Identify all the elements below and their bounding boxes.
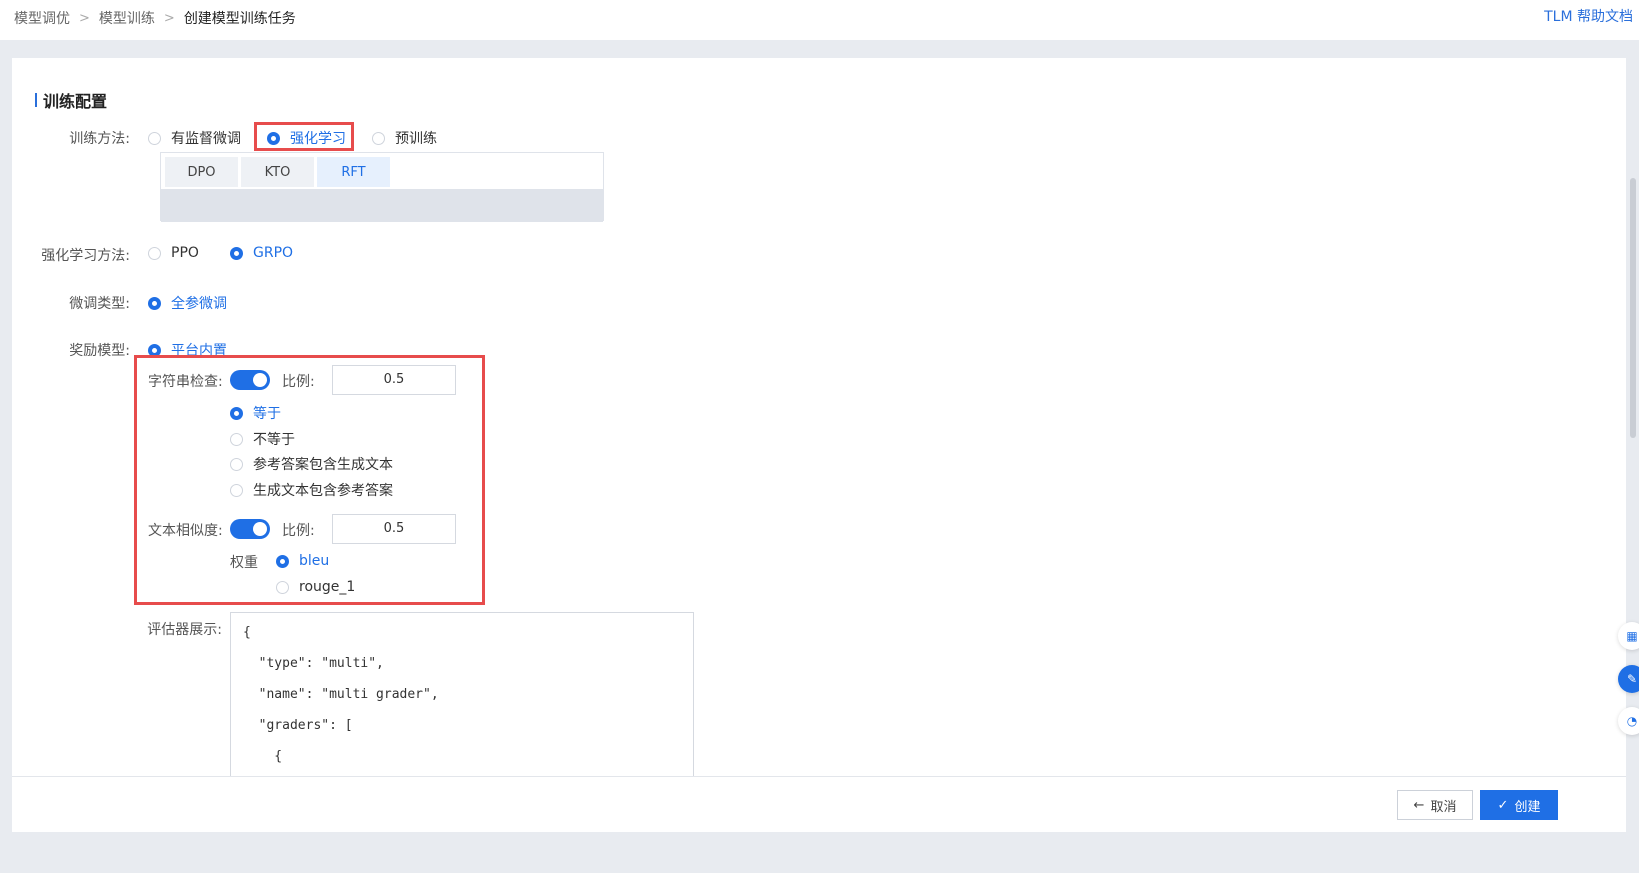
string-check-ratio-label: 比例:	[282, 374, 315, 390]
chat-icon[interactable]: ◔	[1618, 707, 1639, 735]
radio-dot	[372, 131, 385, 145]
weight-label: 权重	[230, 555, 258, 571]
footer-bar: ← 取消 ✓ 创建	[12, 776, 1626, 832]
code-line: "type": "multi",	[243, 656, 384, 671]
radio-dot	[230, 432, 243, 446]
cancel-button[interactable]: ← 取消	[1397, 790, 1473, 820]
text-similarity-toggle[interactable]	[230, 519, 270, 539]
string-check-toggle[interactable]	[230, 370, 270, 390]
main-panel: 训练配置 训练方法: 有监督微调 强化学习 预训练 DPO KTO RFT 强化…	[12, 58, 1626, 810]
string-check-label: 字符串检查:	[148, 374, 223, 390]
evaluator-label: 评估器展示:	[147, 622, 222, 638]
title-accent-bar	[35, 93, 37, 107]
radio-dot	[230, 406, 243, 420]
code-line: {	[243, 625, 251, 640]
radio-dot	[267, 131, 280, 145]
finetune-type-label: 微调类型:	[69, 296, 130, 312]
check-icon: ✓	[1497, 797, 1509, 813]
tab-rft[interactable]: RFT	[317, 157, 390, 187]
help-doc-link[interactable]: TLM 帮助文档	[1544, 6, 1633, 26]
reward-model-label: 奖励模型:	[69, 343, 130, 359]
radio-dot	[276, 580, 289, 594]
radio-supervised-finetune[interactable]: 有监督微调	[148, 128, 241, 148]
tab-kto[interactable]: KTO	[241, 157, 314, 187]
radio-reinforcement-learning[interactable]: 强化学习	[267, 128, 346, 148]
radio-equals[interactable]: 等于	[230, 403, 281, 423]
rl-method-label: 强化学习方法:	[41, 248, 130, 264]
subtab-body	[161, 189, 603, 222]
breadcrumb-item-model-training[interactable]: 模型训练	[99, 8, 155, 28]
text-similarity-label: 文本相似度:	[148, 523, 223, 539]
radio-rouge-1[interactable]: rouge_1	[276, 579, 355, 595]
qrcode-icon[interactable]: ▦	[1618, 622, 1639, 650]
radio-pretrain[interactable]: 预训练	[372, 128, 437, 148]
text-similarity-ratio-label: 比例:	[282, 523, 315, 539]
radio-dot	[148, 246, 161, 260]
radio-not-equals[interactable]: 不等于	[230, 429, 295, 449]
radio-dot	[148, 296, 161, 310]
radio-dot	[230, 457, 243, 471]
section-title: 训练配置	[35, 88, 107, 112]
tab-dpo[interactable]: DPO	[165, 157, 238, 187]
radio-full-param-finetune[interactable]: 全参微调	[148, 293, 227, 313]
chevron-right-icon: >	[163, 10, 175, 26]
radio-gen-contains-ref[interactable]: 生成文本包含参考答案	[230, 480, 393, 500]
radio-dot	[230, 483, 243, 497]
create-button[interactable]: ✓ 创建	[1480, 790, 1558, 820]
code-line: "name": "multi grader",	[243, 687, 439, 702]
radio-dot	[276, 554, 289, 568]
section-title-text: 训练配置	[43, 92, 108, 111]
feedback-icon[interactable]: ✎	[1618, 665, 1639, 693]
code-line: "graders": [	[243, 718, 353, 733]
radio-bleu[interactable]: bleu	[276, 553, 329, 569]
breadcrumb-item-model-tuning[interactable]: 模型调优	[14, 8, 70, 28]
radio-ppo[interactable]: PPO	[148, 245, 199, 261]
radio-ref-contains-gen[interactable]: 参考答案包含生成文本	[230, 454, 393, 474]
breadcrumb-item-current: 创建模型训练任务	[183, 11, 296, 27]
string-check-ratio-input[interactable]: 0.5	[332, 365, 456, 395]
chevron-right-icon: >	[79, 10, 90, 26]
text-similarity-ratio-input[interactable]: 0.5	[332, 514, 456, 544]
arrow-left-icon: ←	[1413, 797, 1425, 813]
toggle-knob	[253, 373, 267, 387]
training-method-label: 训练方法:	[69, 131, 130, 147]
rl-subtabs: DPO KTO RFT	[160, 152, 604, 222]
top-bar: 模型调优 > 模型训练 > 创建模型训练任务 TLM 帮助文档	[0, 0, 1639, 40]
breadcrumb: 模型调优 > 模型训练 > 创建模型训练任务	[14, 8, 296, 28]
scrollbar-thumb[interactable]	[1630, 178, 1636, 438]
radio-dot	[230, 246, 243, 260]
toggle-knob	[253, 522, 267, 536]
radio-dot	[148, 131, 161, 145]
radio-grpo[interactable]: GRPO	[230, 245, 293, 261]
